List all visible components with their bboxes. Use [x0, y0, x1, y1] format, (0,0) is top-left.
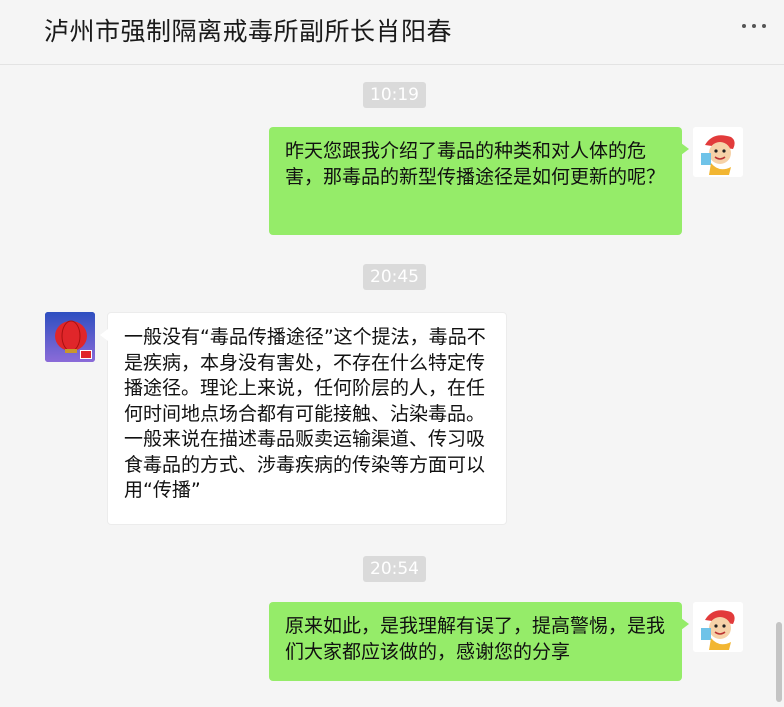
timestamp: 10:19	[363, 82, 426, 108]
timestamp: 20:54	[363, 556, 426, 582]
contact-avatar-icon[interactable]	[45, 312, 95, 362]
scrollbar[interactable]	[774, 64, 784, 707]
sent-message-bubble[interactable]: 原来如此，是我理解有误了，提高警惕，是我们大家都应该做的，感谢您的分享	[269, 602, 689, 681]
received-message-bubble[interactable]: 一般没有“毒品传播途径”这个提法，毒品不是疾病，本身没有害处，不存在什么特定传播…	[100, 312, 507, 525]
scrollbar-thumb[interactable]	[776, 622, 782, 702]
chat-header: 泸州市强制隔离戒毒所副所长肖阳春	[0, 0, 784, 65]
timestamp: 20:45	[363, 264, 426, 290]
sent-message-bubble[interactable]: 昨天您跟我介绍了毒品的种类和对人体的危害，那毒品的新型传播途径是如何更新的呢？	[269, 127, 689, 235]
more-icon[interactable]	[742, 24, 766, 28]
self-avatar-icon[interactable]	[693, 602, 743, 652]
self-avatar-icon[interactable]	[693, 127, 743, 177]
chat-title: 泸州市强制隔离戒毒所副所长肖阳春	[44, 17, 453, 46]
